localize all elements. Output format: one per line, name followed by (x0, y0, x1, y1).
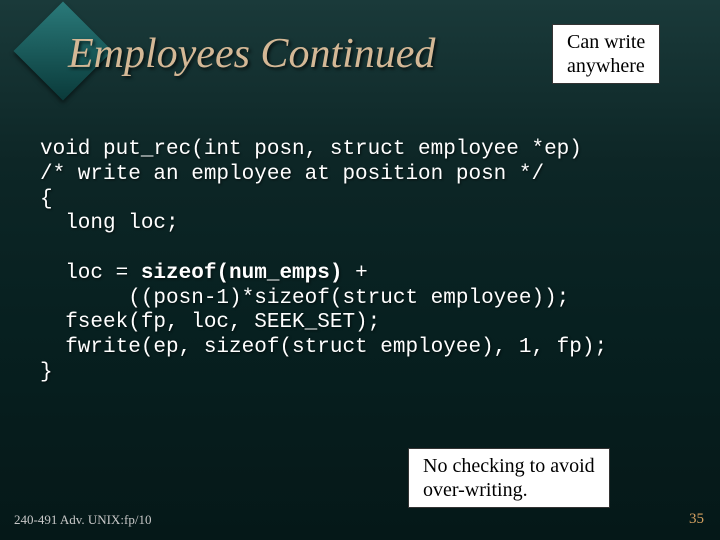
code-l5c: + (342, 262, 367, 285)
code-l2: /* write an employee at position posn */ (40, 163, 544, 186)
page-number: 35 (689, 511, 704, 528)
note2-line1: No checking to avoid (423, 455, 595, 477)
code-l6: ((posn-1)*sizeof(struct employee)); (40, 287, 569, 310)
note-no-checking: No checking to avoid over-writing. (408, 448, 610, 508)
code-l1: void put_rec(int posn, struct employee *… (40, 138, 582, 161)
code-block: void put_rec(int posn, struct employee *… (40, 138, 607, 386)
code-l9: } (40, 361, 53, 384)
slide-title: Employees Continued (68, 30, 435, 78)
code-l5a: loc = (40, 262, 141, 285)
code-l7: fseek(fp, loc, SEEK_SET); (40, 311, 380, 334)
code-l8: fwrite(ep, sizeof(struct employee), 1, f… (40, 336, 607, 359)
note2-line2: over-writing. (423, 479, 528, 501)
code-l3: { (40, 188, 53, 211)
note1-line1: Can write (567, 31, 645, 53)
note1-line2: anywhere (567, 55, 645, 77)
note-can-write: Can write anywhere (552, 24, 660, 84)
code-l4: long loc; (40, 212, 179, 235)
code-l5-bold: sizeof(num_emps) (141, 262, 343, 285)
footer-text: 240-491 Adv. UNIX:fp/10 (14, 512, 151, 528)
